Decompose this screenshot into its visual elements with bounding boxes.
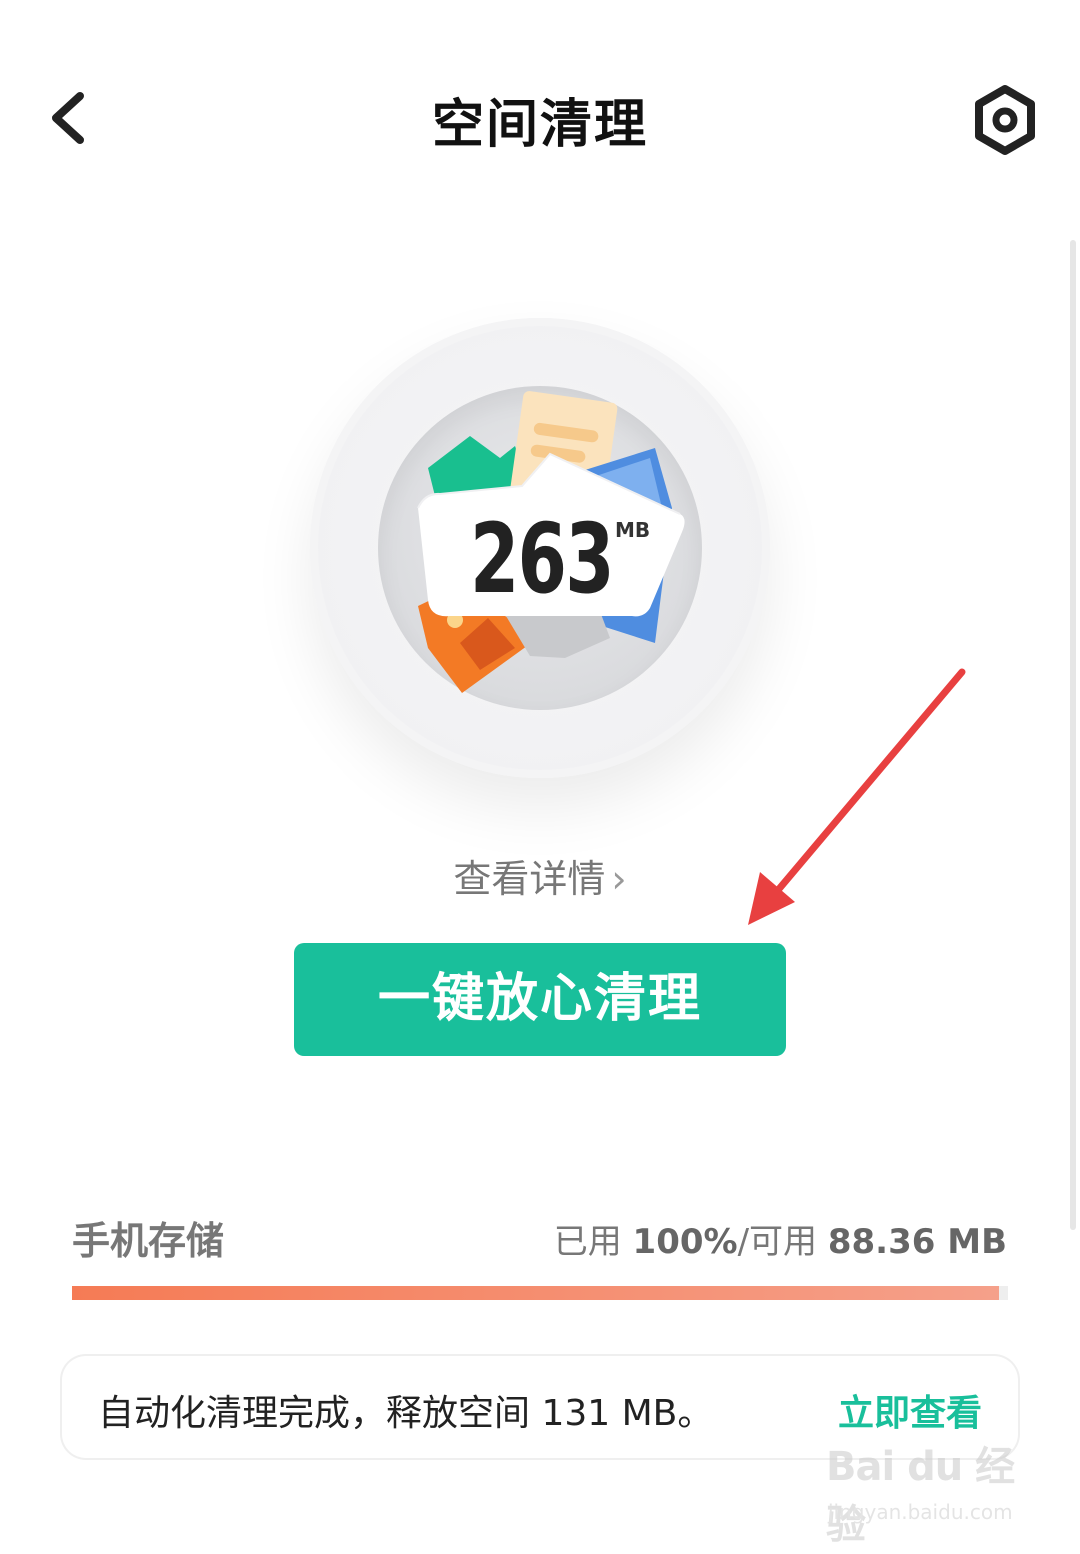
auto-clean-notice-text: 自动化清理完成，释放空间 131 MB。 [98,1393,714,1434]
junk-size-unit: MB [615,518,651,542]
phone-storage-label: 手机存储 [72,1219,225,1263]
storage-used-percent: 100% [632,1222,738,1262]
baidu-jingyan-watermark: Bai du 经验 jingyan.baidu.com [826,1430,1026,1548]
one-tap-clean-button[interactable]: 一键放心清理 [294,943,786,1056]
storage-progress-fill [72,1286,999,1300]
view-details-label: 查看详情 [453,857,606,901]
view-now-link[interactable]: 立即查看 [838,1384,982,1436]
settings-button[interactable] [968,83,1042,157]
scrollbar[interactable] [1070,240,1076,1230]
junk-size-dial: 263 MB [310,318,770,778]
storage-available-value: 88.36 MB [827,1222,1007,1262]
storage-used-prefix: 已用 [553,1222,633,1262]
chevron-right-icon: › [611,857,627,901]
watermark-url: jingyan.baidu.com [828,1500,1013,1524]
page-title: 空间清理 [431,95,648,155]
watermark-brand: Bai du 经验 [826,1444,1015,1548]
storage-progress-bar [72,1286,1008,1300]
gear-icon [975,85,1035,155]
storage-available-prefix: /可用 [737,1222,828,1262]
junk-size-value: 263 [470,503,615,615]
storage-usage-text: 已用 100%/可用 88.36 MB [554,1214,1007,1263]
app-header: 空间清理 [0,0,1080,230]
view-details-link[interactable]: 查看详情 › [0,848,1080,903]
